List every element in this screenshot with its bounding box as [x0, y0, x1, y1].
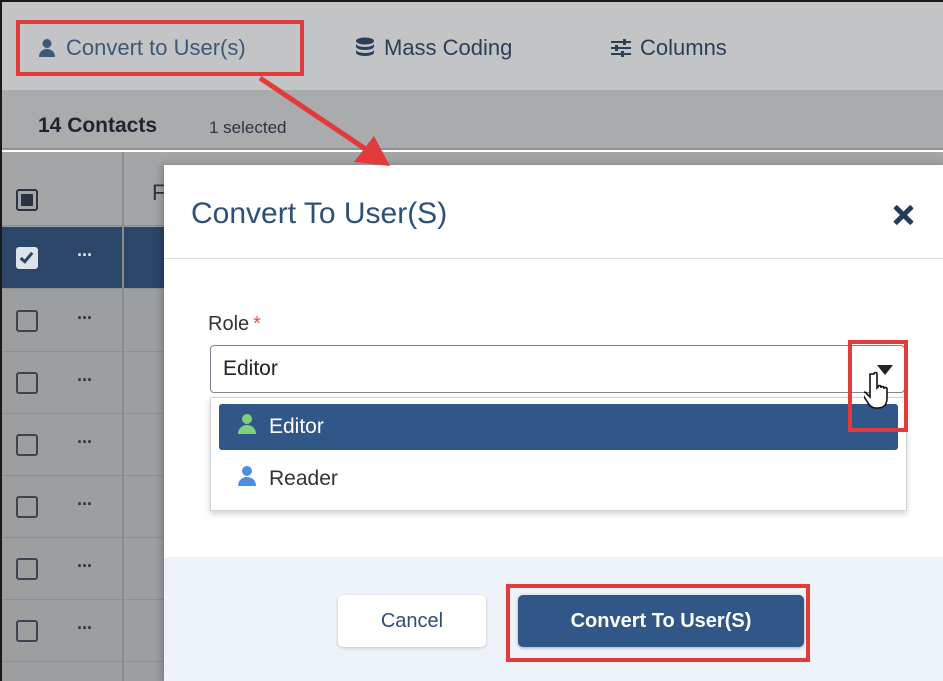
row-actions-button[interactable]: ··· [77, 432, 93, 453]
row-actions-button[interactable]: ··· [77, 494, 93, 515]
annotation-highlight-box [506, 584, 810, 662]
database-icon [354, 37, 376, 59]
dialog-title: Convert To User(S) [191, 197, 448, 230]
row-checkbox[interactable] [16, 496, 38, 518]
columns-label: Columns [640, 35, 727, 60]
user-icon [237, 413, 257, 441]
role-select[interactable]: Editor [210, 345, 905, 393]
contacts-count: 14 Contacts [38, 114, 158, 137]
role-field-label: Role * [208, 313, 261, 336]
row-checkbox[interactable] [16, 247, 38, 269]
row-actions-button[interactable]: ··· [77, 618, 93, 639]
row-actions-button[interactable]: ··· [77, 245, 93, 266]
row-checkbox[interactable] [16, 310, 38, 332]
row-actions-button[interactable]: ··· [77, 370, 93, 391]
role-option-label: Reader [269, 467, 338, 490]
role-option-label: Editor [269, 415, 324, 438]
mass-coding-label: Mass Coding [384, 35, 513, 60]
selection-count: 1 selected [209, 118, 287, 137]
role-dropdown-menu: Editor Reader [210, 397, 907, 511]
user-icon [237, 465, 257, 493]
checkmark-icon [19, 249, 34, 264]
close-icon[interactable] [891, 202, 917, 228]
role-option-editor[interactable]: Editor [219, 404, 898, 450]
annotation-highlight-box [16, 20, 304, 76]
row-actions-button[interactable]: ··· [77, 308, 93, 329]
cancel-button[interactable]: Cancel [338, 595, 486, 647]
row-checkbox[interactable] [16, 372, 38, 394]
dialog-header: Convert To User(S) [164, 165, 943, 259]
role-option-reader[interactable]: Reader [219, 456, 898, 502]
row-actions-button[interactable]: ··· [77, 556, 93, 577]
role-select-value: Editor [223, 357, 278, 380]
row-checkbox[interactable] [16, 620, 38, 642]
required-marker: * [253, 313, 261, 335]
mass-coding-button[interactable]: Mass Coding [354, 32, 512, 64]
row-checkbox[interactable] [16, 434, 38, 456]
select-all-checkbox[interactable] [16, 189, 38, 211]
hand-cursor-icon [861, 370, 898, 417]
sliders-icon [610, 37, 632, 59]
columns-button[interactable]: Columns [610, 32, 727, 64]
row-checkbox[interactable] [16, 558, 38, 580]
column-divider [122, 152, 124, 681]
app-window: Convert to User(s) Mass Coding Columns 1… [0, 0, 943, 681]
role-label-text: Role [208, 313, 250, 335]
